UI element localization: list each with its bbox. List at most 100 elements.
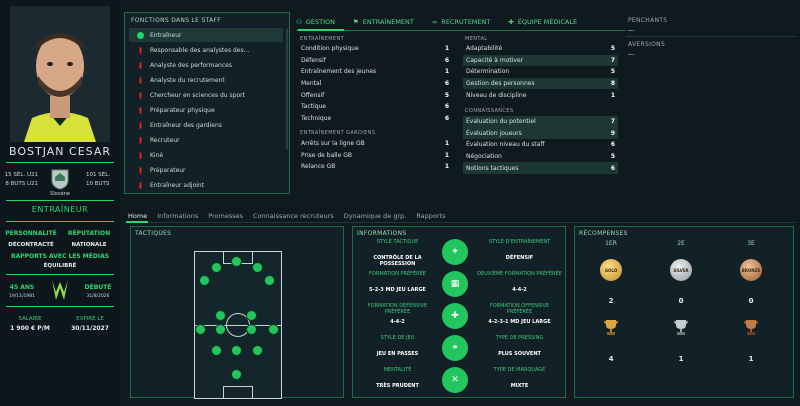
player-dot [195, 324, 206, 335]
player-dot [215, 324, 226, 335]
attribute-name: Relance GB [301, 163, 336, 171]
training-section-title: ENTRAÎNEMENT [300, 36, 345, 42]
staff-role-item[interactable]: Analyste du recrutement [129, 73, 283, 87]
attribute-row[interactable]: Évaluation niveau du staff 6 [463, 139, 618, 151]
tab-entrainement[interactable]: ⚑ ENTRAÎNEMENT [353, 15, 414, 29]
attribute-value: 1 [610, 91, 615, 99]
staff-role-item[interactable]: Chercheur en sciences du sport [129, 88, 283, 102]
awards-panel: RÉCOMPENSES 1ER 2E 3E GOLD SILVER BRONZE… [574, 226, 794, 398]
active-subtab-indicator [126, 221, 148, 223]
attribute-row[interactable]: Entraînement des jeunes 1 [298, 66, 452, 78]
staff-role-item[interactable]: Analyste des performances [129, 58, 283, 72]
staff-role-item[interactable]: Préparateur [129, 163, 283, 177]
player-dot [246, 324, 257, 335]
info-label: MENTALITÉ [383, 367, 412, 373]
divider [6, 274, 114, 275]
player-name: BOSTJAN CESAR [9, 145, 111, 158]
attribute-value: 5 [610, 153, 615, 161]
salary-label: SALAIRE [18, 316, 42, 322]
gold-trophy-icon [604, 320, 618, 335]
tab-recrutement[interactable]: ∞ RECRUTEMENT [432, 15, 490, 29]
subtab-dynamique[interactable]: Dynamique de grp. [344, 212, 407, 220]
bronze-trophy-icon [744, 320, 758, 335]
attribute-row[interactable]: Adaptabilité 5 [463, 43, 618, 55]
inactive-role-icon [139, 76, 142, 84]
award-col-2: 2E [677, 240, 685, 247]
subtab-promesses[interactable]: Promesses [208, 212, 243, 220]
attribute-value: 1 [444, 68, 449, 76]
formation-icon: ▦ [442, 271, 468, 297]
attribute-row[interactable]: Notions tactiques 6 [463, 162, 618, 174]
info-value: MIXTE [510, 383, 529, 389]
attribute-row[interactable]: Gestion des personnes 8 [463, 77, 618, 90]
staff-role-item[interactable]: Responsable des analystes des... [129, 43, 283, 57]
subtab-informations[interactable]: Informations [157, 212, 198, 220]
inactive-role-icon [139, 136, 142, 144]
attribute-name: Défensif [301, 56, 326, 64]
staff-role: ENTRAÎNEUR [31, 205, 89, 214]
tabs-underline [296, 30, 626, 31]
knowledge-attributes: Évaluation du potentiel 7 Évaluation joueu… [463, 116, 618, 174]
attribute-row[interactable]: Arrêts sur la ligne GB 1 [298, 138, 452, 150]
inactive-role-icon [139, 151, 142, 159]
attribute-row[interactable]: Niveau de discipline 1 [463, 89, 618, 101]
tab-equipe-medicale[interactable]: ✚ ÉQUIPE MÉDICALE [508, 15, 577, 29]
subtab-rapports[interactable]: Rapports [416, 212, 445, 220]
nation-name: Slovène [50, 191, 70, 197]
info-label: FORMATION PRÉFÉRÉE [369, 271, 426, 277]
gk-attributes: Arrêts sur la ligne GB 1 Prise de balle GB… [298, 138, 452, 173]
attribute-value: 5 [444, 91, 449, 99]
award-col-3: 3E [747, 240, 755, 247]
divider [6, 306, 114, 307]
nation-crest-icon [50, 168, 70, 190]
staff-role-item[interactable]: Entraîneur [129, 28, 283, 42]
staff-role-item[interactable]: Préparateur physique [129, 103, 283, 117]
staff-role-label: Préparateur [150, 166, 186, 174]
info-value: 4-2-3-1 MD JEU LARGE [488, 319, 551, 325]
attribute-row[interactable]: Prise de balle GB 1 [298, 150, 452, 162]
training-attributes: Condition physique 1 Défensif 6 Entraînement… [298, 43, 452, 124]
staff-role-item[interactable]: Kiné [129, 148, 283, 162]
attribute-name: Évaluation du potentiel [466, 118, 536, 126]
info-value: 4-4-2 [512, 287, 527, 293]
expiry-label: EXPIRE LE [76, 316, 104, 322]
expiry-value: 30/11/2027 [71, 325, 109, 332]
player-dot [215, 310, 226, 321]
staff-role-label: Recruteur [150, 136, 180, 144]
attribute-name: Négociation [466, 153, 502, 161]
attribute-row[interactable]: Défensif 6 [298, 55, 452, 67]
attribute-name: Adaptabilité [466, 45, 503, 53]
staff-role-item[interactable]: Entraîneur adjoint [129, 178, 283, 192]
stars-icon: ✦ [442, 239, 468, 265]
attribute-row[interactable]: Relance GB 1 [298, 161, 452, 173]
attribute-row[interactable]: Capacité à motiver 7 [463, 54, 618, 67]
player-dot [264, 275, 275, 286]
tab-gestion[interactable]: ⚇ GESTION [296, 15, 335, 29]
attribute-value: 6 [444, 56, 449, 64]
leanings-title: PENCHANTS [628, 17, 668, 24]
info-value: PLUS SOUVENT [498, 351, 541, 357]
mental-section-title: MENTAL [465, 36, 488, 42]
attribute-row[interactable]: Mental 6 [298, 78, 452, 90]
attribute-row[interactable]: Offensif 5 [298, 89, 452, 101]
info-value: JEU EN PASSES [376, 351, 419, 357]
club-logo-icon [50, 278, 70, 302]
staff-role-label: Analyste du recrutement [150, 76, 225, 84]
subtab-connaissance[interactable]: Connaissance recruteurs [253, 212, 334, 220]
attribute-name: Technique [301, 114, 332, 122]
attribute-row[interactable]: Tactique 6 [298, 101, 452, 113]
attribute-row[interactable]: Évaluation du potentiel 7 [463, 116, 618, 128]
attribute-row[interactable]: Négociation 5 [463, 151, 618, 163]
knowledge-section-title: CONNAISSANCES [465, 108, 514, 114]
attribute-row[interactable]: Évaluation joueurs 9 [463, 127, 618, 140]
scrollbar[interactable] [286, 29, 288, 149]
attribute-row[interactable]: Technique 6 [298, 113, 452, 125]
reputation-value: NATIONALE [71, 242, 107, 248]
subtab-home[interactable]: Home [128, 212, 147, 220]
senior-goals: 10 BUTS [86, 181, 110, 187]
staff-role-item[interactable]: Recruteur [129, 133, 283, 147]
medical-icon: ✚ [508, 18, 514, 26]
staff-role-item[interactable]: Entraîneur des gardiens [129, 118, 283, 132]
attribute-row[interactable]: Condition physique 1 [298, 43, 452, 55]
attribute-row[interactable]: Détermination 5 [463, 66, 618, 78]
